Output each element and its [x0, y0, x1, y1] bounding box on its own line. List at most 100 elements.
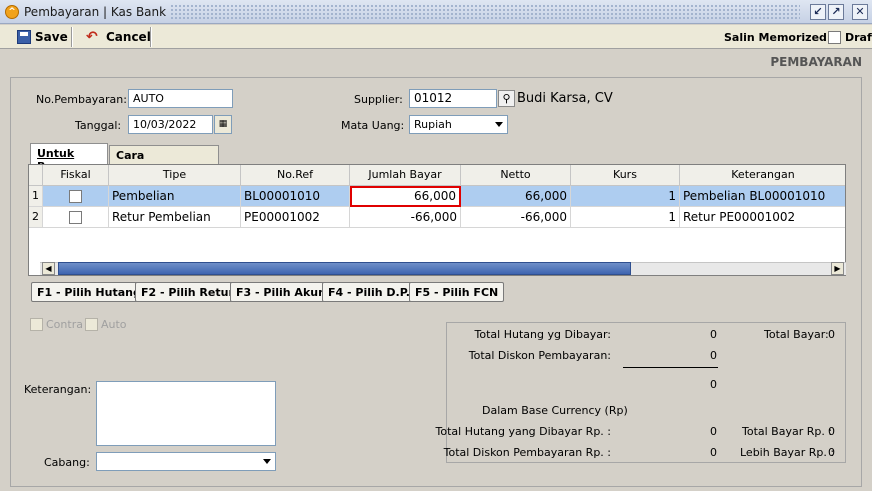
auto-checkbox[interactable]: Auto: [85, 318, 127, 331]
jumlah-bayar-cell-active[interactable]: 66,000: [350, 186, 461, 207]
supplier-name: Budi Karsa, CV: [517, 91, 613, 106]
auto-label: Auto: [101, 318, 127, 331]
contra-label: Contra: [46, 318, 83, 331]
close-icon[interactable]: ✕: [852, 4, 868, 20]
total-hutang-rp-value: 0: [710, 425, 717, 438]
tanggal-input[interactable]: 10/03/2022: [128, 115, 213, 134]
col-header-noref[interactable]: No.Ref: [241, 165, 350, 186]
total-bayar-rp-label: Total Bayar Rp. :: [742, 425, 833, 438]
table-row-fiskal-cell: [43, 186, 109, 207]
cabang-select[interactable]: [96, 452, 276, 471]
total-diskon-label: Total Diskon Pembayaran:: [468, 349, 611, 362]
table-row-keterangan[interactable]: Retur PE00001002: [680, 207, 845, 228]
summary-panel: [446, 322, 846, 463]
supplier-input[interactable]: 01012: [409, 89, 497, 108]
total-diskon-value: 0: [710, 349, 717, 362]
mata-uang-value: Rupiah: [414, 118, 452, 131]
salin-memorized-button[interactable]: Salin Memorized: [724, 28, 827, 46]
keterangan-label: Keterangan:: [24, 383, 92, 396]
total-bayar-value: 0: [828, 328, 835, 341]
row-number: 2: [29, 207, 43, 228]
total-hutang-label: Total Hutang yg Dibayar:: [474, 328, 611, 341]
fiskal-checkbox[interactable]: [69, 190, 82, 203]
table-row-noref[interactable]: PE00001002: [241, 207, 350, 228]
payment-grid: Fiskal Tipe No.Ref Jumlah Bayar Netto Ku…: [28, 164, 846, 276]
pilih-dp-button[interactable]: F4 - Pilih D.P.: [322, 282, 416, 302]
total-hutang-value: 0: [710, 328, 717, 341]
calendar-icon[interactable]: ▦: [214, 115, 232, 134]
draft-check-box[interactable]: [828, 30, 841, 44]
total-hutang-rp-label: Total Hutang yang Dibayar Rp. :: [435, 425, 611, 438]
base-currency-heading: Dalam Base Currency (Rp): [482, 404, 628, 417]
col-header-fiskal[interactable]: Fiskal: [43, 165, 109, 186]
row-number: 1: [29, 186, 43, 207]
col-header-tipe[interactable]: Tipe: [109, 165, 241, 186]
supplier-label: Supplier:: [354, 93, 403, 106]
sum-divider: [623, 367, 718, 368]
save-label: Save: [35, 30, 68, 44]
pilih-akun-button[interactable]: F3 - Pilih Akun: [230, 282, 332, 302]
lebih-bayar-label: Lebih Bayar Rp. :: [740, 446, 835, 459]
mata-uang-select[interactable]: Rupiah: [409, 115, 508, 134]
draft-label: Draft: [845, 30, 872, 44]
col-header-netto[interactable]: Netto: [461, 165, 571, 186]
window-title: Pembayaran | Kas Bank: [24, 5, 167, 19]
table-row-kurs[interactable]: 1: [571, 186, 680, 207]
restore-icon[interactable]: ↙: [810, 4, 826, 20]
maximize-icon[interactable]: ↗: [828, 4, 844, 20]
title-grip: [170, 4, 800, 20]
total-bayar-rp-value: 0: [828, 425, 835, 438]
fiskal-checkbox[interactable]: [69, 211, 82, 224]
toolbar-separator: [150, 27, 152, 47]
no-pembayaran-label: No.Pembayaran:: [36, 93, 127, 106]
chevron-down-icon: [263, 459, 271, 464]
pilih-hutang-button[interactable]: F1 - Pilih Hutang: [31, 282, 147, 302]
toolbar-separator: [71, 27, 73, 47]
col-header-kurs[interactable]: Kurs: [571, 165, 680, 186]
table-row-netto[interactable]: -66,000: [461, 207, 571, 228]
tab-cara-pembayaran[interactable]: Cara Pembayaran: [109, 145, 219, 175]
table-row-tipe[interactable]: Pembelian: [109, 186, 241, 207]
no-pembayaran-input[interactable]: AUTO: [128, 89, 233, 108]
grid-corner: [29, 165, 43, 186]
total-diskon-rp-value: 0: [710, 446, 717, 459]
tanggal-label: Tanggal:: [75, 119, 122, 132]
contra-check-box[interactable]: [30, 318, 43, 331]
chevron-down-icon: [495, 122, 503, 127]
net-value: 0: [710, 378, 717, 391]
salin-memorized-label: Salin Memorized: [724, 30, 827, 44]
table-row-jumlah[interactable]: -66,000: [350, 207, 461, 228]
table-row-netto[interactable]: 66,000: [461, 186, 571, 207]
table-row-fiskal-cell: [43, 207, 109, 228]
page-title: PEMBAYARAN: [770, 55, 862, 69]
draft-checkbox[interactable]: Draft: [828, 28, 872, 46]
tab-untuk-bayar[interactable]: Untuk Bayar: [30, 143, 108, 173]
save-icon: [17, 30, 31, 44]
keterangan-textarea[interactable]: [96, 381, 276, 446]
title-bar: ^ Pembayaran | Kas Bank ↙ ↗ ✕: [0, 0, 872, 24]
col-header-keterangan[interactable]: Keterangan: [680, 165, 845, 186]
mata-uang-label: Mata Uang:: [341, 119, 405, 132]
table-row-kurs[interactable]: 1: [571, 207, 680, 228]
scroll-left-icon[interactable]: ◀: [42, 262, 55, 275]
contra-checkbox[interactable]: Contra: [30, 318, 83, 331]
pilih-retur-button[interactable]: F2 - Pilih Retur: [135, 282, 240, 302]
save-button[interactable]: Save: [17, 28, 68, 46]
scrollbar-thumb[interactable]: [58, 262, 631, 275]
undo-arrow-icon: ↶: [86, 29, 98, 45]
col-header-jumlah-bayar[interactable]: Jumlah Bayar: [350, 165, 461, 186]
cabang-label: Cabang:: [44, 456, 90, 469]
auto-check-box[interactable]: [85, 318, 98, 331]
toolbar: Save ↶ Cancel Salin Memorized Draft: [0, 25, 872, 49]
scroll-right-icon[interactable]: ▶: [831, 262, 844, 275]
total-bayar-label: Total Bayar:: [764, 328, 829, 341]
pilih-fcn-button[interactable]: F5 - Pilih FCN: [409, 282, 505, 302]
search-icon[interactable]: ⚲: [498, 90, 515, 107]
table-row-keterangan[interactable]: Pembelian BL00001010: [680, 186, 845, 207]
cancel-label: Cancel: [106, 30, 151, 44]
table-row-noref[interactable]: BL00001010: [241, 186, 350, 207]
app-icon: ^: [5, 5, 19, 19]
cancel-button[interactable]: ↶ Cancel: [86, 28, 151, 46]
table-row-tipe[interactable]: Retur Pembelian: [109, 207, 241, 228]
lebih-bayar-value: 0: [828, 446, 835, 459]
